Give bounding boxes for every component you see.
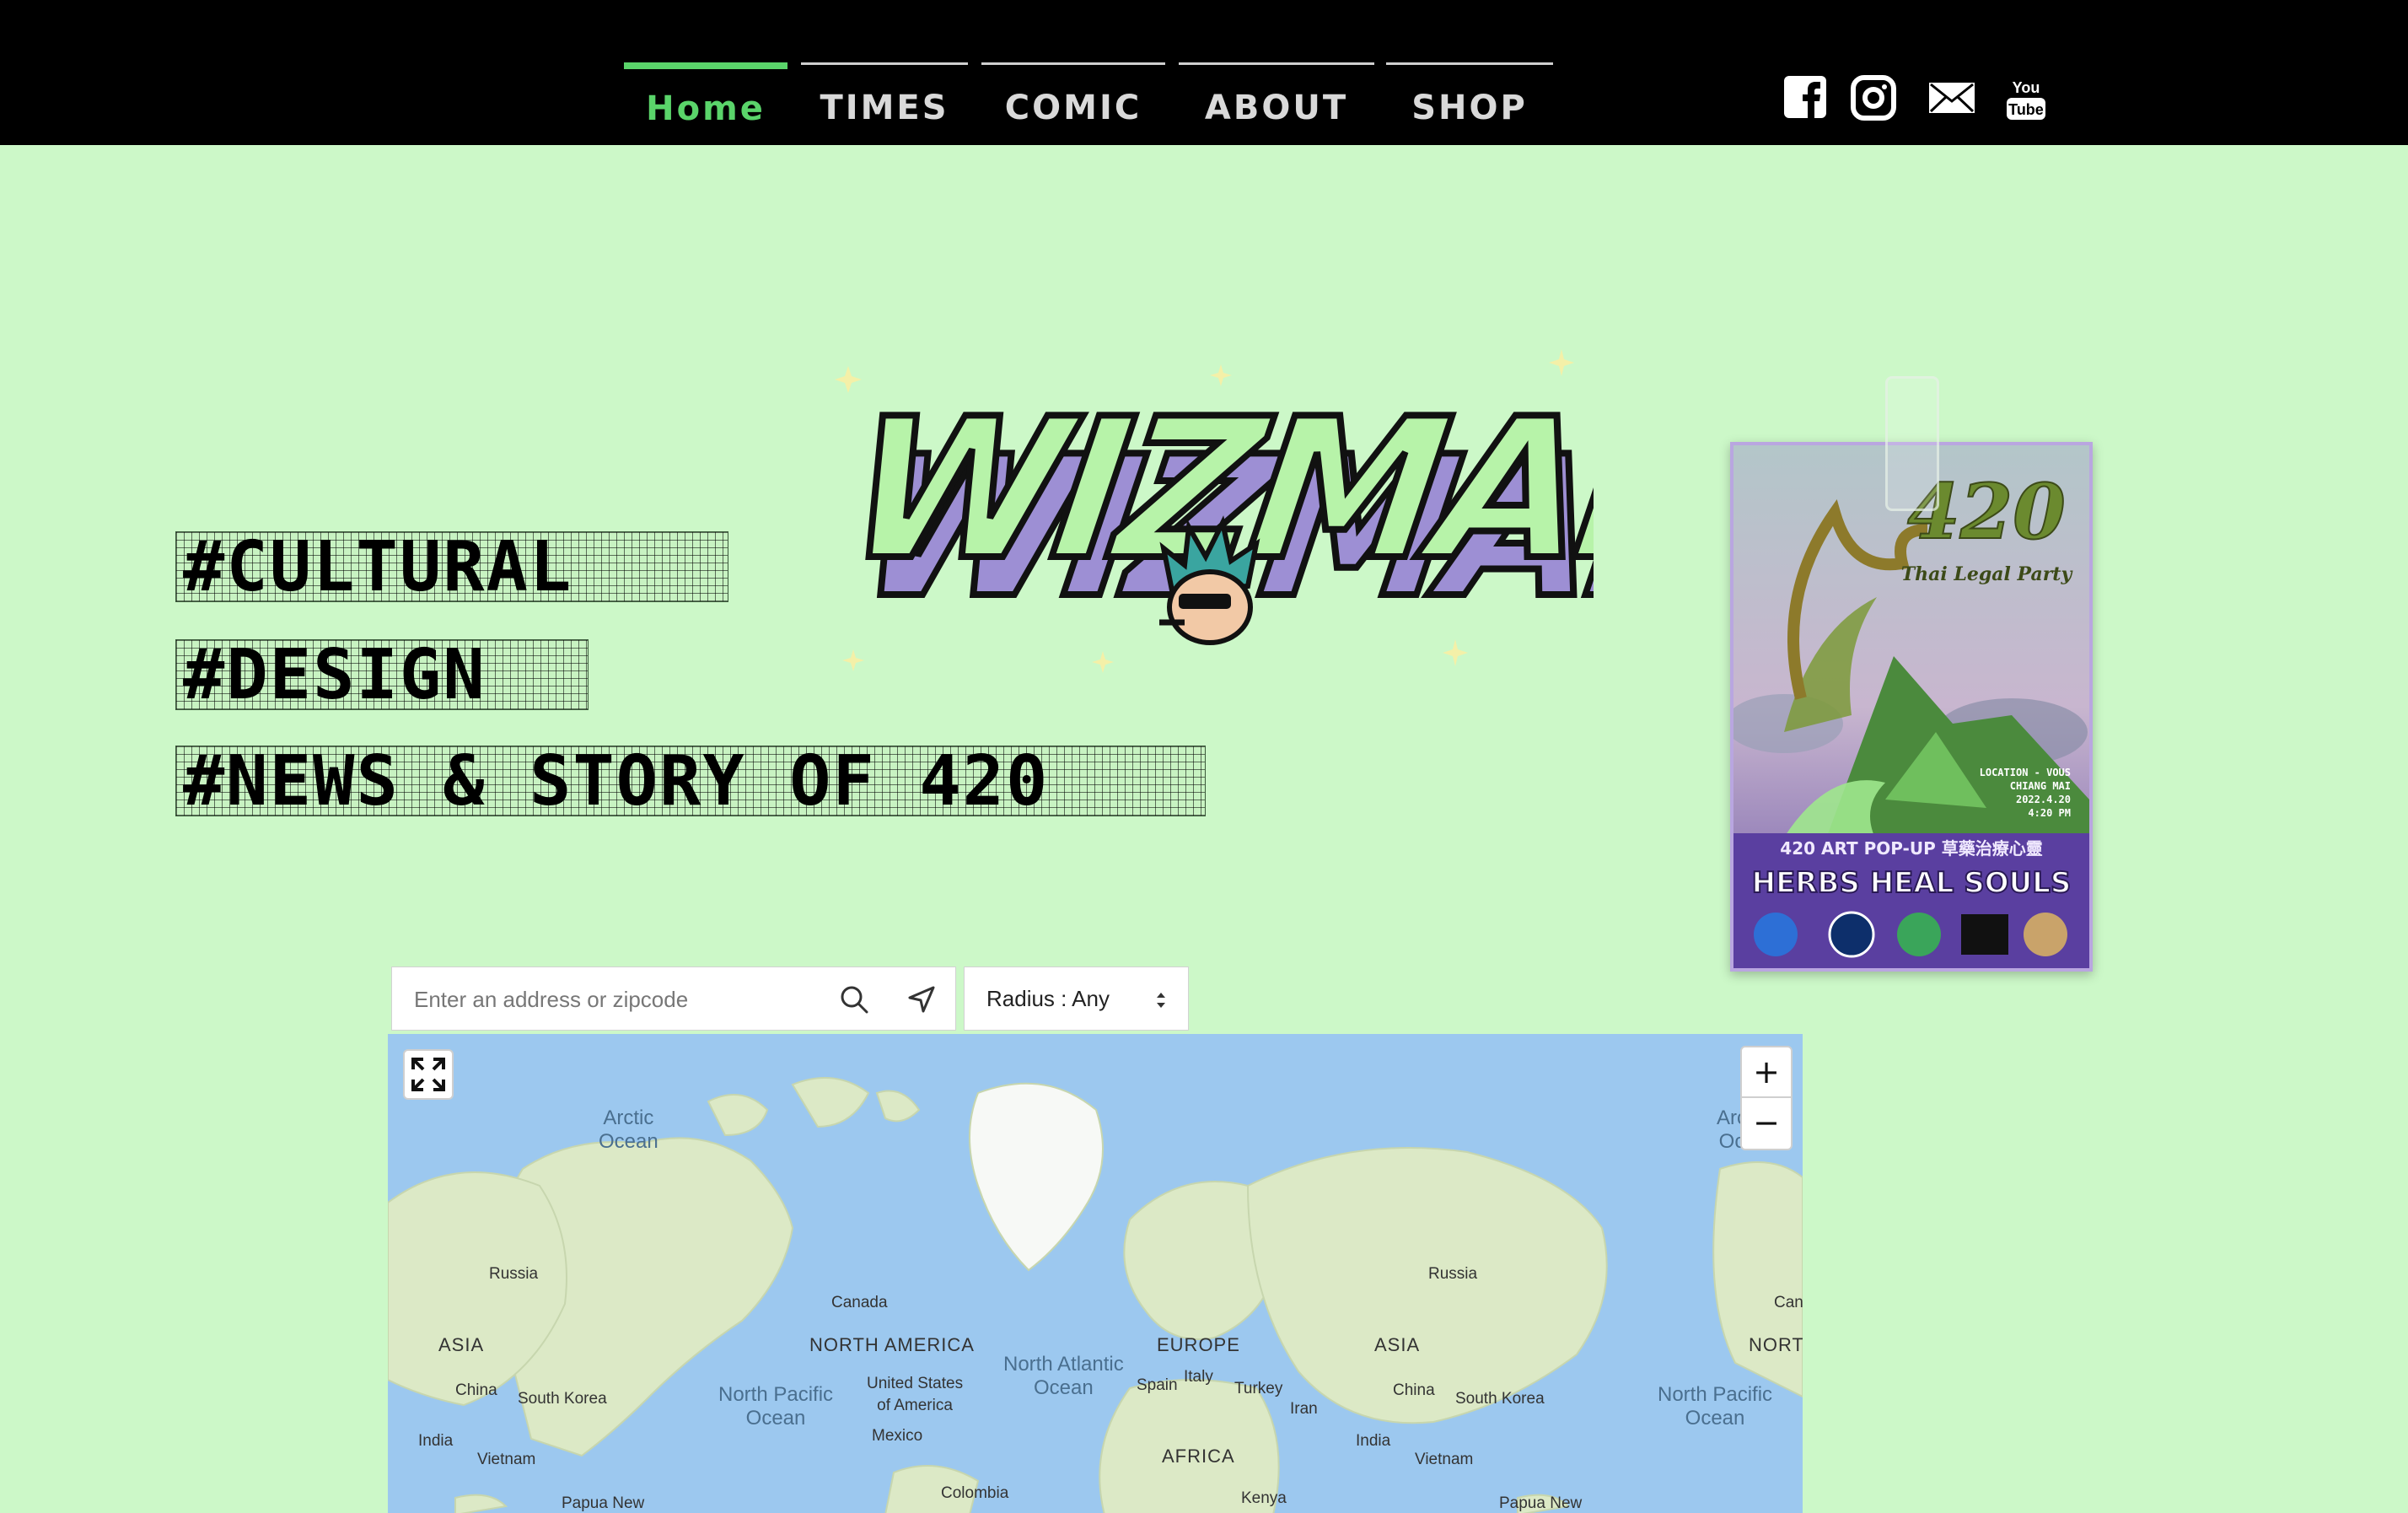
map-label-iran: Iran [1290,1400,1318,1418]
youtube-icon[interactable]: You Tube [2003,74,2049,121]
mail-icon[interactable] [1927,74,1976,121]
poster-city: CHIANG MAI [2010,780,2071,792]
search-box [391,966,956,1031]
map-label-united-states: United States of America [867,1375,964,1414]
tab-shop[interactable]: SHOP [1386,62,1553,130]
map-label-north-pacific-right: North Pacific Ocean [1658,1383,1773,1430]
tab-comic[interactable]: COMIC [981,62,1165,130]
map-label-europe: EUROPE [1157,1334,1240,1355]
poster-event-line: 420 ART POP-UP 草藥治療心靈 [1780,838,2042,859]
tab-times[interactable]: TIMES [801,62,968,130]
map-label-india-right: India [1356,1432,1391,1450]
locate-me-icon[interactable] [906,984,937,1015]
map-label-china: China [455,1381,497,1399]
map-label-north-right: NORTH [1749,1334,1803,1355]
radius-label: Radius : Any [986,986,1110,1011]
map-label-canada-right: Cana [1774,1294,1803,1311]
map-label-asia: ASIA [438,1334,485,1355]
search-icon[interactable] [839,984,869,1015]
search-input[interactable] [414,983,810,1016]
zoom-out-button[interactable]: − [1742,1098,1791,1149]
poster-subtitle: Thai Legal Party [1901,563,2074,585]
map-label-mexico: Mexico [872,1427,923,1445]
map-label-canada: Canada [831,1294,888,1311]
svg-text:Tube: Tube [2008,101,2044,118]
map-label-china-right: China [1393,1381,1435,1399]
zoom-control: + − [1740,1046,1793,1150]
wizman-logo: WIZMAN WIZMAN [832,346,1769,700]
map-label-vietnam-right: Vietnam [1415,1451,1474,1468]
map-label-north-atlantic: North Atlantic Ocean [1003,1353,1124,1399]
map-label-italy: Italy [1184,1368,1213,1386]
map-label-russia-right: Russia [1428,1265,1478,1283]
poster-time: 4:20 PM [2028,807,2071,819]
tab-about[interactable]: ABOUT [1179,62,1374,130]
map-label-north-america: NORTH AMERICA [809,1334,975,1355]
world-map[interactable]: Arctic Ocean Arc Oc Russia Russia Canada C… [388,1034,1803,1513]
tab-home[interactable]: Home [624,62,787,130]
hashtag-news-story: #NEWS & STORY OF 420 [175,746,1206,817]
instagram-icon[interactable] [1850,74,1897,121]
poster-headline: HERBS HEAL SOULS [1752,866,2072,900]
expand-icon [411,1058,445,1091]
map-label-south-korea: South Korea [518,1390,607,1408]
map-label-kenya: Kenya [1241,1489,1287,1507]
map-label-spain: Spain [1137,1376,1178,1394]
top-navigation-bar: Home TIMES COMIC ABOUT SHOP You Tube [0,0,2408,145]
poster-location: LOCATION - VOUS [1980,767,2071,778]
event-poster[interactable]: 420 Thai Legal Party LOCATION - VOUS CHI… [1730,442,2093,972]
map-label-south-korea-right: South Korea [1455,1390,1545,1408]
map-label-papua-right: Papua New [1499,1494,1583,1512]
map-label-vietnam: Vietnam [477,1451,536,1468]
map-label-india: India [418,1432,454,1450]
map-label-russia: Russia [489,1265,539,1283]
zoom-in-button[interactable]: + [1742,1047,1791,1098]
map-label-turkey: Turkey [1234,1380,1283,1397]
hashtag-design: #DESIGN [175,639,589,711]
select-arrows-icon [1157,993,1165,1008]
map-label-arctic-ocean: Arctic Ocean [599,1106,658,1153]
hashtag-cultural: #CULTURAL [175,531,728,603]
map-label-asia-right: ASIA [1374,1334,1421,1355]
poster-date: 2022.4.20 [2016,794,2071,805]
map-label-north-pacific: North Pacific Ocean [718,1383,834,1430]
poster-clip [1885,376,1939,511]
map-label-papua: Papua New [562,1494,645,1512]
svg-text:You: You [2013,79,2040,96]
map-label-africa: AFRICA [1162,1446,1235,1467]
fullscreen-button[interactable] [403,1049,454,1100]
map-label-colombia: Colombia [941,1484,1009,1502]
facebook-icon[interactable] [1782,74,1830,121]
radius-select[interactable]: Radius : Any [964,966,1189,1031]
